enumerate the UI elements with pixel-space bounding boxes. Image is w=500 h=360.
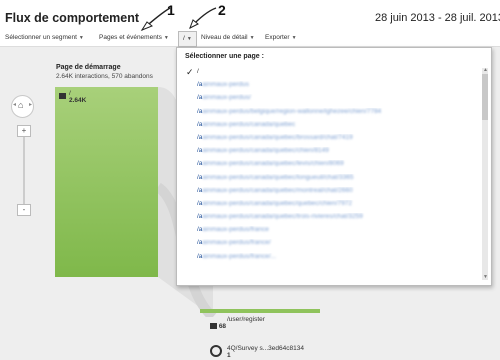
page-option-selected[interactable]: / (197, 68, 477, 81)
zoom-in-button[interactable]: + (17, 125, 31, 137)
chevron-down-icon: ▼ (78, 35, 84, 41)
survey-node-value: 1 (227, 352, 231, 359)
segment-label: Sélectionner un segment (5, 34, 77, 41)
scroll-down-icon[interactable]: ▼ (483, 274, 488, 280)
home-icon[interactable]: ⌂ (18, 100, 23, 110)
page-option-path: ainmaux-perdus/canada/quebec/quebec/chie… (202, 199, 353, 207)
export-label: Exporter (265, 34, 290, 41)
page-option-path: ainmaux-perdus/canada/quebec/montreal/ch… (202, 186, 353, 194)
page-option-path: ainmaux-perdus/canada/quebec/longueuil/c… (202, 173, 354, 181)
page-option[interactable]: /aainmaux-perdus/france (197, 226, 477, 239)
page-option-path: ainmaux-perdus/france/... (202, 252, 277, 260)
page-select-menu[interactable]: Sélectionner une page : ✓ / /aainmaux-pe… (176, 47, 492, 286)
register-node-path: /user/register (227, 316, 265, 323)
detail-level-label: Niveau de détail (201, 34, 248, 41)
node-value: 2.64K (69, 97, 87, 104)
exit-icon (210, 345, 222, 357)
page-select-dropdown[interactable]: / ▼ (178, 31, 197, 47)
page-option[interactable]: /aainmaux-perdus/canada/quebec/trois-riv… (197, 213, 477, 226)
register-node-bar[interactable] (200, 309, 320, 313)
start-page-heading: Page de démarrage (56, 64, 121, 71)
page-title: Flux de comportement (5, 11, 140, 25)
checkmark-icon: ✓ (186, 67, 194, 77)
pan-right-icon[interactable]: ▸ (29, 101, 32, 108)
segment-dropdown[interactable]: Sélectionner un segment ▼ (5, 34, 84, 41)
pan-left-icon[interactable]: ◂ (13, 101, 16, 108)
annotation-arrows (140, 7, 217, 32)
page-option-label: / (197, 68, 199, 75)
pan-control[interactable]: ◂ ⌂ ▸ (11, 95, 34, 118)
survey-node[interactable]: 4Q/Survey s...3ed64c8134 1 (210, 345, 304, 359)
page-option[interactable]: /aainmaux-perdus/canada/quebec/quebec/ch… (197, 200, 477, 213)
page-option[interactable]: /aainmaux-perdus/france/... (197, 253, 477, 266)
page-option[interactable]: /aainmaux-perdus/belgique/region-wallonn… (197, 108, 477, 121)
page-option[interactable]: /aainmaux-perdus/ (197, 94, 477, 107)
export-dropdown[interactable]: Exporter ▼ (265, 34, 297, 41)
detail-level-dropdown[interactable]: Niveau de détail ▼ (201, 34, 255, 41)
page-option[interactable]: /aainmaux-perdus/canada/quebec/levis/chi… (197, 160, 477, 173)
start-page-node[interactable]: / 2.64K (55, 87, 158, 277)
page-option-path: ainmaux-perdus/canada/quebec/trois-rivie… (202, 213, 363, 221)
survey-node-path: 4Q/Survey s...3ed64c8134 (227, 345, 304, 352)
page-option-path: ainmaux-perdus/france (202, 226, 269, 234)
page-option[interactable]: /aainmaux-perdus (197, 81, 477, 94)
register-node[interactable]: /user/register 68 (210, 316, 265, 330)
header: Flux de comportement 28 juin 2013 - 28 j… (0, 0, 500, 32)
page-option[interactable]: /aainmaux-perdus/canada/quebec/chien/814… (197, 147, 477, 160)
start-page-summary: 2.64K interactions, 570 abandons (56, 73, 153, 80)
page-option[interactable]: /aainmaux-perdus/canada/quebec/longueuil… (197, 174, 477, 187)
page-select-menu-title: Sélectionner une page : (185, 53, 264, 60)
page-option[interactable]: /aainmaux-perdus/canada/quebec/brossard/… (197, 134, 477, 147)
pages-events-label: Pages et événements (99, 34, 162, 41)
pages-events-dropdown[interactable]: Pages et événements ▼ (99, 34, 169, 41)
register-node-value: 68 (218, 323, 227, 330)
page-option-path: ainmaux-perdus/canada/quebec/brossard/ch… (202, 133, 353, 141)
page-list: / /aainmaux-perdus /aainmaux-perdus/ /aa… (197, 68, 477, 266)
zoom-out-button[interactable]: - (17, 204, 31, 216)
toolbar: Sélectionner un segment ▼ Pages et événem… (0, 31, 500, 47)
date-range-selector[interactable]: 28 juin 2013 - 28 juil. 2013 (375, 12, 500, 24)
chevron-down-icon: ▼ (186, 36, 192, 42)
chevron-down-icon: ▼ (249, 35, 255, 41)
page-icon (59, 93, 66, 99)
chevron-down-icon: ▼ (291, 35, 297, 41)
page-option-path: ainmaux-perdus/belgique/region-wallonne/… (202, 107, 382, 115)
page-option-path: ainmaux-perdus/canada/quebec/levis/chien… (202, 160, 344, 168)
page-option[interactable]: /aainmaux-perdus/france/ (197, 239, 477, 252)
page-option-path: ainmaux-perdus/ (202, 94, 251, 102)
page-select-label: / (183, 35, 185, 42)
chevron-down-icon: ▼ (163, 35, 169, 41)
scrollbar-thumb[interactable] (482, 74, 488, 120)
page-option[interactable]: /aainmaux-perdus/canada/quebec (197, 121, 477, 134)
page-option[interactable]: /aainmaux-perdus/canada/quebec/montreal/… (197, 187, 477, 200)
zoom-slider-track[interactable] (23, 125, 25, 210)
page-option-path: ainmaux-perdus (202, 81, 250, 89)
page-icon (210, 323, 217, 330)
page-option-path: ainmaux-perdus/france/ (202, 239, 271, 247)
scroll-up-icon[interactable]: ▲ (483, 67, 488, 73)
node-page-path: / (69, 90, 71, 97)
page-option-path: ainmaux-perdus/canada/quebec/chien/8149 (202, 147, 329, 155)
page-option-path: ainmaux-perdus/canada/quebec (202, 120, 296, 128)
